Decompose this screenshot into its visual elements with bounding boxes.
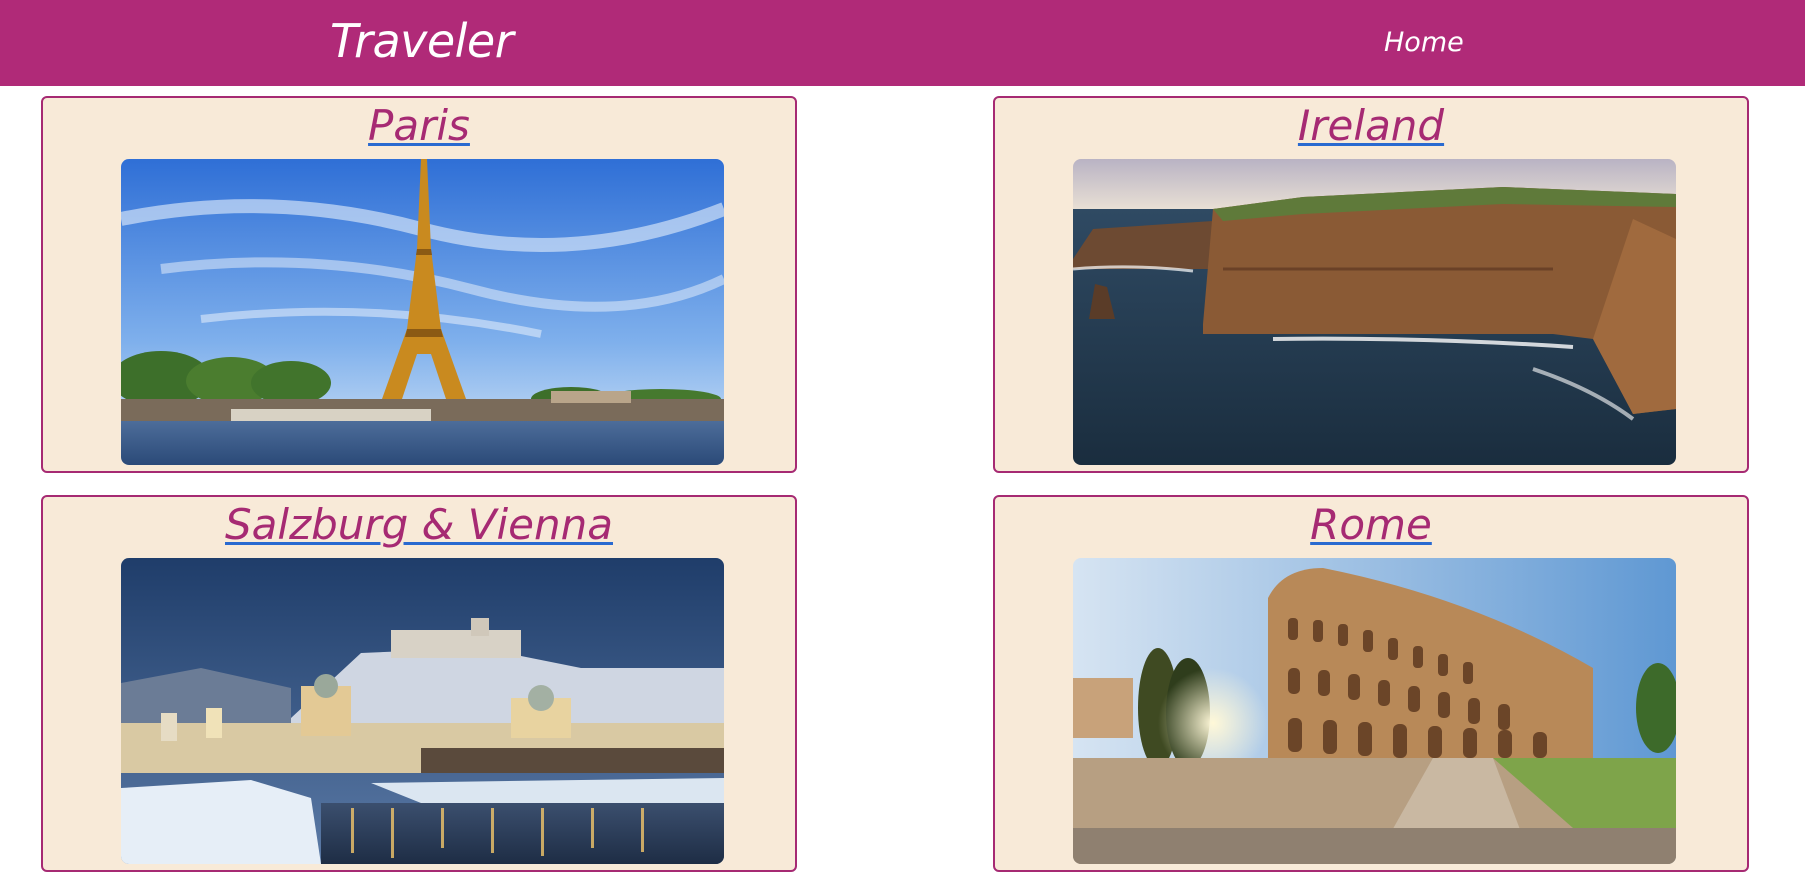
brand-logo[interactable]: Traveler [330, 14, 514, 68]
salzburg-winter-photo [121, 558, 724, 864]
destination-card-salzburg-vienna: Salzburg & Vienna [41, 495, 797, 872]
top-navbar: Traveler Home [0, 0, 1805, 86]
destination-link-ireland[interactable]: Ireland [1298, 101, 1444, 150]
destination-link-salzburg-vienna[interactable]: Salzburg & Vienna [225, 500, 613, 549]
colosseum-photo [1073, 558, 1676, 864]
destination-link-paris[interactable]: Paris [368, 101, 470, 150]
eiffel-tower-photo [121, 159, 724, 465]
destination-link-rome[interactable]: Rome [1310, 500, 1432, 549]
cliffs-of-moher-photo [1073, 159, 1676, 465]
destination-card-paris: Paris [41, 96, 797, 473]
nav-home-link[interactable]: Home [1384, 27, 1464, 58]
destination-card-ireland: Ireland [993, 96, 1749, 473]
destination-card-rome: Rome [993, 495, 1749, 872]
